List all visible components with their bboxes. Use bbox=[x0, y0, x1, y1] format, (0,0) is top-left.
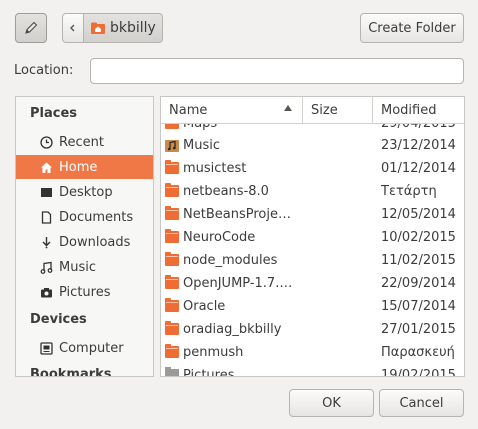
file-list: Maps 29/04/2015 Music 23/12/2014 musicte… bbox=[160, 96, 465, 377]
file-name: NeuroCode bbox=[183, 230, 256, 245]
file-modified: 10/02/2015 bbox=[381, 230, 456, 245]
pictures-folder-icon bbox=[165, 367, 179, 376]
sort-ascending-icon bbox=[284, 105, 292, 111]
column-label: Name bbox=[169, 102, 208, 118]
sidebar-item-documents[interactable]: Documents bbox=[16, 205, 153, 229]
file-row[interactable]: Oracle 15/07/2014 bbox=[161, 295, 464, 318]
location-input[interactable] bbox=[90, 58, 464, 84]
column-label: Size bbox=[311, 102, 338, 118]
column-label: Modified bbox=[381, 102, 437, 118]
folder-icon bbox=[165, 252, 179, 266]
bookmarks-heading: Bookmarks bbox=[30, 367, 112, 377]
places-sidebar: Places Recent Home Desktop Documents Dow… bbox=[15, 96, 154, 377]
clock-icon bbox=[39, 135, 53, 149]
camera-icon bbox=[39, 285, 53, 299]
path-bar: bkbilly bbox=[62, 13, 163, 43]
sidebar-item-downloads[interactable]: Downloads bbox=[16, 230, 153, 254]
sidebar-item-pictures[interactable]: Pictures bbox=[16, 280, 153, 304]
places-heading: Places bbox=[30, 106, 78, 121]
file-name: oradiag_bkbilly bbox=[183, 322, 282, 337]
sidebar-item-computer[interactable]: Computer bbox=[16, 336, 153, 360]
folder-icon bbox=[165, 321, 179, 335]
file-name: penmush bbox=[183, 345, 244, 360]
file-row[interactable]: Pictures 19/02/2015 bbox=[161, 364, 464, 377]
file-modified: 27/01/2015 bbox=[381, 322, 456, 337]
sidebar-item-label: Home bbox=[59, 159, 98, 175]
folder-icon bbox=[165, 275, 179, 289]
column-header-name[interactable]: Name bbox=[161, 97, 303, 123]
sidebar-item-label: Computer bbox=[59, 340, 124, 356]
file-name: netbeans-8.0 bbox=[183, 184, 269, 199]
sidebar-item-label: Music bbox=[59, 259, 96, 275]
edit-location-button[interactable] bbox=[15, 13, 47, 43]
file-modified: Τετάρτη bbox=[381, 184, 437, 199]
sidebar-item-home[interactable]: Home bbox=[16, 155, 153, 179]
chevron-left-icon bbox=[70, 24, 75, 32]
file-modified: 22/09/2014 bbox=[381, 276, 456, 291]
file-name: Pictures bbox=[183, 368, 235, 377]
sidebar-item-label: Downloads bbox=[59, 234, 131, 250]
folder-icon bbox=[165, 298, 179, 312]
file-modified: 12/05/2014 bbox=[381, 207, 456, 222]
sidebar-item-label: Recent bbox=[59, 134, 104, 150]
file-name: Oracle bbox=[183, 299, 226, 314]
file-row[interactable]: node_modules 11/02/2015 bbox=[161, 249, 464, 272]
file-name: node_modules bbox=[183, 253, 278, 268]
folder-icon bbox=[165, 206, 179, 220]
sidebar-item-label: Documents bbox=[59, 209, 134, 225]
home-icon bbox=[39, 160, 53, 174]
folder-icon bbox=[165, 344, 179, 358]
file-modified: 23/12/2014 bbox=[381, 138, 456, 153]
music-folder-icon bbox=[165, 139, 179, 152]
sidebar-item-music[interactable]: Music bbox=[16, 255, 153, 279]
file-row[interactable]: Music 23/12/2014 bbox=[161, 134, 464, 157]
pencil-icon bbox=[25, 21, 38, 34]
file-row[interactable]: netbeans-8.0 Τετάρτη bbox=[161, 180, 464, 203]
breadcrumb-label: bkbilly bbox=[110, 20, 156, 36]
list-header: Name Size Modified bbox=[161, 97, 464, 124]
sidebar-item-label: Desktop bbox=[59, 184, 113, 200]
path-back-button[interactable] bbox=[62, 13, 84, 43]
create-folder-button[interactable]: Create Folder bbox=[360, 13, 464, 43]
file-row[interactable]: penmush Παρασκευή bbox=[161, 341, 464, 364]
folder-icon bbox=[165, 160, 179, 174]
sidebar-item-desktop[interactable]: Desktop bbox=[16, 180, 153, 204]
desktop-icon bbox=[39, 185, 53, 199]
music-icon bbox=[39, 260, 53, 274]
file-row[interactable]: musictest 01/12/2014 bbox=[161, 157, 464, 180]
document-icon bbox=[39, 210, 53, 224]
home-folder-icon bbox=[91, 22, 105, 34]
file-name: musictest bbox=[183, 161, 247, 176]
sidebar-item-recent[interactable]: Recent bbox=[16, 130, 153, 154]
cancel-button[interactable]: Cancel bbox=[379, 389, 464, 417]
file-modified: Παρασκευή bbox=[381, 345, 455, 360]
file-name: Music bbox=[183, 138, 220, 153]
sidebar-item-label: Pictures bbox=[59, 284, 111, 300]
location-label: Location: bbox=[14, 63, 74, 78]
file-modified: 01/12/2014 bbox=[381, 161, 456, 176]
file-name: NetBeansProje… bbox=[183, 207, 291, 222]
download-icon bbox=[39, 235, 53, 249]
column-header-modified[interactable]: Modified bbox=[373, 97, 464, 123]
column-header-size[interactable]: Size bbox=[303, 97, 373, 123]
file-modified: 11/02/2015 bbox=[381, 253, 456, 268]
file-modified: 19/02/2015 bbox=[381, 368, 456, 377]
ok-button[interactable]: OK bbox=[289, 389, 374, 417]
devices-heading: Devices bbox=[30, 312, 87, 327]
file-row[interactable]: OpenJUMP-1.7.… 22/09/2014 bbox=[161, 272, 464, 295]
breadcrumb-home[interactable]: bkbilly bbox=[84, 13, 163, 43]
folder-icon bbox=[165, 229, 179, 243]
file-row[interactable]: oradiag_bkbilly 27/01/2015 bbox=[161, 318, 464, 341]
file-row[interactable]: NeuroCode 10/02/2015 bbox=[161, 226, 464, 249]
file-modified: 15/07/2014 bbox=[381, 299, 456, 314]
file-row[interactable]: NetBeansProje… 12/05/2014 bbox=[161, 203, 464, 226]
computer-icon bbox=[39, 341, 53, 355]
file-name: OpenJUMP-1.7.… bbox=[183, 276, 293, 291]
folder-icon bbox=[165, 183, 179, 197]
